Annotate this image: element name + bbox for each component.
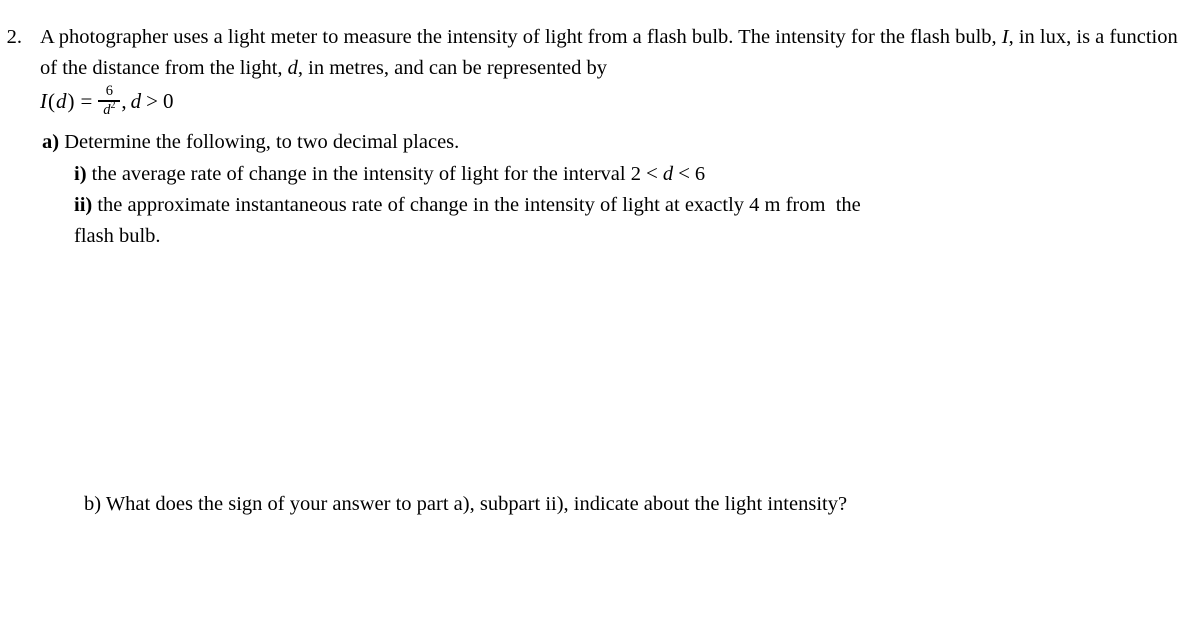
part-b-text: What does the sign of your answer to par… [101,493,848,515]
variable-d: d [287,57,298,79]
part-b-label: b) [84,493,102,515]
subitem-i-text: the average rate of change in the intens… [86,162,631,185]
fraction-numerator: 6 [105,83,113,99]
question-row: 2. A photographer uses a light meter to … [0,22,1200,252]
fraction-denominator: d2 [100,99,118,117]
part-b: b) What does the sign of your answer to … [84,489,847,520]
problem-statement: A photographer uses a light meter to mea… [40,22,1178,84]
subitem-ii-text: the approximate instantaneous rate of ch… [92,193,861,216]
interval-lower-bound: 2 [630,162,641,185]
interval-operator-1: < [645,160,658,185]
problem-statement-part1: A photographer uses a light meter to mea… [40,26,1002,48]
part-a-subitems: i) the average rate of change in the int… [40,158,1178,221]
equation-lhs-argument: d [56,89,67,114]
subitem-ii: ii) the approximate instantaneous rate o… [74,190,1178,221]
equation-lhs-open-paren: ( [48,89,55,114]
problem-block: 2. A photographer uses a light meter to … [0,22,1200,252]
equation-lhs-close-paren: ) [67,89,75,114]
domain-value: 0 [162,89,174,114]
intensity-function-equation: I(d) = 6 d2, d >0 [40,83,1178,119]
domain-operator: > [146,89,158,114]
equation-equals-sign: = [80,89,93,114]
problem-statement-part3: , in metres, and can be represented by [297,57,607,79]
question-number: 2. [6,26,22,48]
variable-I: I [1001,26,1009,48]
document-page: 2. A photographer uses a light meter to … [0,0,1200,623]
interval-upper-bound: 6 [694,162,706,185]
subitem-ii-label: ii) [74,193,93,216]
question-body: A photographer uses a light meter to mea… [40,22,1200,252]
subitem-ii-continuation: flash bulb. [74,224,161,247]
part-a-label: a) [42,130,60,153]
interval-operator-2: < [678,160,690,185]
domain-variable: d [130,89,142,114]
equation-comma: , [121,89,127,114]
subitem-i: i) the average rate of change in the int… [74,158,1178,190]
part-a-text: Determine the following, to two decimal … [59,130,460,153]
subitem-i-label: i) [74,162,87,185]
denominator-exponent: 2 [110,99,116,111]
equation-lhs-function-name: I [40,89,47,114]
interval-variable: d [662,162,674,185]
equation-fraction: 6 d2 [98,83,121,118]
part-a: a) Determine the following, to two decim… [40,127,1178,158]
